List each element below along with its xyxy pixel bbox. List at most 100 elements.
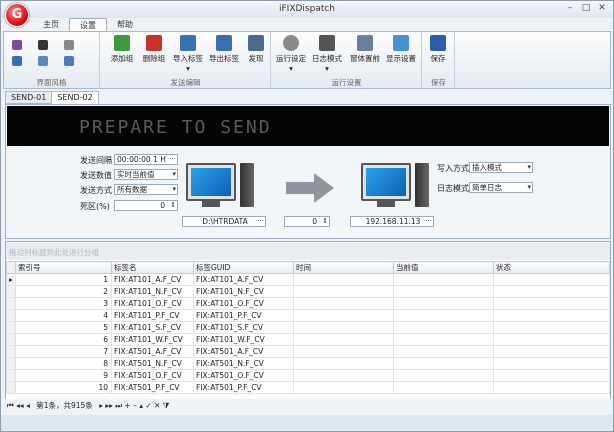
nav-next-page-button[interactable]: ▸▸: [105, 401, 113, 410]
cell-current-value[interactable]: [393, 381, 494, 394]
cell-status[interactable]: [493, 273, 610, 286]
window-front-button[interactable]: 窗体置前: [348, 35, 382, 64]
save-button[interactable]: 保存: [423, 35, 453, 64]
cell-status[interactable]: [493, 285, 610, 298]
cell-current-value[interactable]: [393, 321, 494, 334]
cell-current-value[interactable]: [393, 309, 494, 322]
mode-select[interactable]: 所有数据 ▾: [114, 184, 178, 195]
spinner-icon[interactable]: ⇕: [322, 217, 328, 226]
cell-status[interactable]: [493, 369, 610, 382]
display-settings-button[interactable]: 显示设置: [384, 35, 418, 64]
deadband-spinner[interactable]: 0 ⇕: [114, 200, 178, 211]
cell-index[interactable]: 6: [15, 333, 112, 346]
nav-add-button[interactable]: +: [124, 401, 130, 410]
cell-tag-guid[interactable]: FIX:AT101_A.F_CV: [193, 273, 294, 286]
row-indicator[interactable]: ▸: [6, 273, 16, 286]
close-button[interactable]: ✕: [595, 3, 609, 15]
cell-index[interactable]: 1: [15, 273, 112, 286]
cell-time[interactable]: [293, 333, 394, 346]
cell-status[interactable]: [493, 333, 610, 346]
nav-next-button[interactable]: ▸: [99, 401, 103, 410]
table-row[interactable]: ▸ 1 FIX:AT101_A.F_CV FIX:AT101_A.F_CV: [6, 273, 610, 286]
nav-last-button[interactable]: ⏭: [115, 401, 122, 410]
cell-time[interactable]: [293, 321, 394, 334]
nav-cancel-button[interactable]: ✕: [154, 401, 160, 410]
cell-time[interactable]: [293, 381, 394, 394]
cell-status[interactable]: [493, 309, 610, 322]
cell-current-value[interactable]: [393, 285, 494, 298]
column-status[interactable]: 状态: [493, 261, 610, 274]
cell-tag-guid[interactable]: FIX:AT101_N.F_CV: [193, 285, 294, 298]
column-time[interactable]: 时间: [293, 261, 394, 274]
nav-edit-button[interactable]: ▴: [139, 401, 143, 410]
table-row[interactable]: 6 FIX:AT101_W.F_CV FIX:AT101_W.F_CV: [6, 333, 610, 346]
nav-remove-button[interactable]: –: [133, 401, 137, 410]
group-panel-hint[interactable]: 拖动列标题到此处进行分组: [6, 242, 610, 260]
discover-button[interactable]: 发现: [239, 35, 273, 64]
cell-tag-name[interactable]: FIX:AT501_O.F_CV: [111, 369, 194, 382]
cell-tag-name[interactable]: FIX:AT101_N.F_CV: [111, 285, 194, 298]
style-steel-icon[interactable]: [64, 56, 74, 66]
nav-filter-button[interactable]: ⧩: [163, 401, 170, 410]
cell-tag-guid[interactable]: FIX:AT101_S.F_CV: [193, 321, 294, 334]
cell-tag-name[interactable]: FIX:AT501_A.F_CV: [111, 345, 194, 358]
cell-tag-guid[interactable]: FIX:AT101_W.F_CV: [193, 333, 294, 346]
write-mode-select[interactable]: 插入模式 ▾: [469, 162, 533, 173]
column-tag-name[interactable]: 标签名: [111, 261, 194, 274]
cell-time[interactable]: [293, 285, 394, 298]
tab-home[interactable]: 主页: [33, 18, 69, 32]
cell-tag-guid[interactable]: FIX:AT501_P.F_CV: [193, 381, 294, 394]
cell-tag-name[interactable]: FIX:AT501_P.F_CV: [111, 381, 194, 394]
source-path-field[interactable]: D:\HTRDATA ···: [182, 216, 266, 227]
app-logo-icon[interactable]: G: [5, 3, 29, 27]
row-indicator[interactable]: [6, 333, 16, 346]
tab-settings[interactable]: 设置: [69, 18, 107, 32]
cell-tag-name[interactable]: FIX:AT101_S.F_CV: [111, 321, 194, 334]
cell-status[interactable]: [493, 345, 610, 358]
style-black-icon[interactable]: [38, 40, 48, 50]
row-indicator[interactable]: [6, 345, 16, 358]
cell-index[interactable]: 4: [15, 309, 112, 322]
column-tag-guid[interactable]: 标签GUID: [193, 261, 294, 274]
ellipsis-icon[interactable]: ···: [257, 217, 264, 226]
table-row[interactable]: 10 FIX:AT501_P.F_CV FIX:AT501_P.F_CV: [6, 381, 610, 394]
style-lightblue-icon[interactable]: [38, 56, 48, 66]
row-indicator[interactable]: [6, 309, 16, 322]
cell-tag-guid[interactable]: FIX:AT501_A.F_CV: [193, 345, 294, 358]
cell-tag-guid[interactable]: FIX:AT501_O.F_CV: [193, 369, 294, 382]
table-row[interactable]: 5 FIX:AT101_S.F_CV FIX:AT101_S.F_CV: [6, 321, 610, 334]
table-row[interactable]: 7 FIX:AT501_A.F_CV FIX:AT501_A.F_CV: [6, 345, 610, 358]
interval-field[interactable]: 00:00:00 1 H ···: [114, 154, 178, 165]
table-row[interactable]: 3 FIX:AT101_O.F_CV FIX:AT101_O.F_CV: [6, 297, 610, 310]
cell-tag-name[interactable]: FIX:AT501_N.F_CV: [111, 357, 194, 370]
nav-prev-page-button[interactable]: ◂◂: [16, 401, 24, 410]
log-mode-button[interactable]: 日志模式 ▾: [310, 35, 344, 73]
cell-current-value[interactable]: [393, 333, 494, 346]
export-tags-button[interactable]: 导出标签: [207, 35, 241, 64]
cell-tag-name[interactable]: FIX:AT101_A.F_CV: [111, 273, 194, 286]
column-current-value[interactable]: 当前值: [393, 261, 494, 274]
cell-time[interactable]: [293, 297, 394, 310]
table-row[interactable]: 8 FIX:AT501_N.F_CV FIX:AT501_N.F_CV: [6, 357, 610, 370]
value-select[interactable]: 实时当前值 ▾: [114, 169, 178, 180]
run-settings-button[interactable]: 运行设定 ▾: [274, 35, 308, 73]
row-indicator[interactable]: [6, 369, 16, 382]
cell-status[interactable]: [493, 321, 610, 334]
ellipsis-icon[interactable]: ···: [169, 155, 176, 164]
nav-apply-button[interactable]: ✓: [145, 401, 151, 410]
log-mode-select[interactable]: 简单日志 ▾: [469, 182, 533, 193]
count-spinner[interactable]: 0 ⇕: [284, 216, 330, 227]
cell-current-value[interactable]: [393, 297, 494, 310]
style-purple-icon[interactable]: [12, 40, 22, 50]
cell-time[interactable]: [293, 369, 394, 382]
cell-tag-name[interactable]: FIX:AT101_O.F_CV: [111, 297, 194, 310]
cell-current-value[interactable]: [393, 345, 494, 358]
row-indicator[interactable]: [6, 321, 16, 334]
style-blue-icon[interactable]: [12, 56, 22, 66]
cell-index[interactable]: 5: [15, 321, 112, 334]
nav-prev-button[interactable]: ◂: [26, 401, 30, 410]
tab-help[interactable]: 帮助: [107, 18, 143, 32]
maximize-button[interactable]: □: [579, 3, 593, 15]
spinner-icon[interactable]: ⇕: [170, 201, 176, 210]
cell-current-value[interactable]: [393, 369, 494, 382]
